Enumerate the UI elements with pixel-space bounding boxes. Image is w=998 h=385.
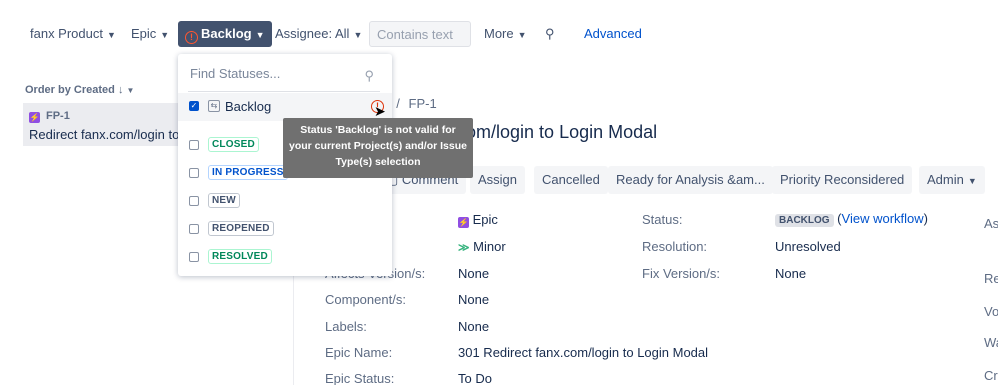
status-lozenge: NEW: [208, 193, 240, 208]
status-search-placeholder: Find Statuses...: [190, 66, 281, 81]
project-filter-label: fanx Product: [30, 26, 103, 41]
view-workflow-link[interactable]: View workflow: [842, 211, 924, 226]
cancelled-button[interactable]: Cancelled: [534, 166, 608, 194]
epic-status-label: Epic Status:: [325, 371, 395, 385]
status-lozenge: REOPENED: [208, 221, 274, 236]
edge-label: As: [984, 216, 998, 231]
epic-filter-label: Epic: [131, 26, 157, 41]
epic-name-value: 301 Redirect fanx.com/login to Login Mod…: [458, 345, 709, 360]
more-filter[interactable]: More ▼: [484, 21, 527, 47]
priority-value: ≫ Minor: [458, 239, 506, 254]
edge-label: Cr: [984, 368, 998, 383]
ready-for-analysis-button[interactable]: Ready for Analysis &am...: [608, 166, 773, 194]
breadcrumb-separator: /: [396, 96, 400, 111]
epic-icon: ⚡: [29, 112, 40, 123]
status-filter-label: Backlog: [201, 26, 252, 41]
status-search-input[interactable]: Find Statuses... ⚲: [188, 64, 380, 92]
admin-button[interactable]: Admin ▼: [919, 166, 985, 194]
search-icon: ⚲: [545, 26, 555, 41]
issue-summary: Redirect fanx.com/login to: [29, 127, 180, 142]
tooltip: Status 'Backlog' is not valid for your c…: [283, 118, 473, 178]
status-badge: BACKLOG: [775, 214, 834, 227]
order-by-label: Order by Created: [25, 84, 115, 96]
resolution-label: Resolution:: [642, 239, 708, 254]
assign-button[interactable]: Assign: [470, 166, 526, 194]
edge-label: Wa: [984, 335, 998, 350]
status-option-reopened[interactable]: REOPENED: [178, 216, 392, 244]
epic-name-label: Epic Name:: [325, 345, 393, 360]
priority-reconsidered-button[interactable]: Priority Reconsidered: [772, 166, 913, 194]
arrow-down-icon: ↓: [117, 84, 124, 96]
priority-value-text: Minor: [473, 239, 506, 254]
project-filter[interactable]: fanx Product ▼: [30, 21, 116, 47]
edge-label: Re: [984, 271, 998, 286]
chevron-down-icon: ▼: [353, 30, 363, 40]
order-by-control[interactable]: Order by Created ↓ ▼: [25, 84, 134, 96]
chevron-down-icon: ▼: [517, 30, 527, 40]
component-value: None: [458, 292, 490, 307]
status-option-resolved[interactable]: RESOLVED: [178, 244, 392, 272]
backlog-status-icon: ⇆: [208, 100, 220, 112]
status-option-new[interactable]: NEW: [178, 188, 392, 216]
type-value-text: Epic: [472, 212, 498, 227]
labels-value: None: [458, 319, 490, 334]
component-label: Component/s:: [325, 292, 406, 307]
list-item[interactable]: ⚡ FP-1 Redirect fanx.com/login to: [23, 103, 183, 146]
affects-value: None: [458, 266, 490, 281]
chevron-down-icon: ▼: [107, 30, 116, 40]
fix-version-label: Fix Version/s:: [642, 266, 721, 281]
status-option-backlog[interactable]: ✓ ⇆ Backlog !: [178, 93, 392, 121]
fix-version-value: None: [775, 266, 807, 281]
assignee-filter[interactable]: Assignee: All ▼: [275, 21, 362, 47]
chevron-down-icon: ▼: [967, 176, 977, 186]
status-value: BACKLOG (View workflow): [775, 211, 928, 227]
checkbox[interactable]: [189, 224, 199, 234]
more-filter-label: More: [484, 26, 514, 41]
priority-minor-icon: ≫: [458, 242, 470, 254]
epic-status-value: To Do: [458, 371, 492, 385]
type-value: ⚡ Epic: [458, 212, 498, 228]
assignee-filter-label: Assignee: All: [275, 26, 350, 41]
edge-label: Vo: [984, 304, 998, 319]
checkbox[interactable]: [189, 252, 199, 262]
text-search-input[interactable]: Contains text: [369, 21, 471, 47]
status-filter[interactable]: ! Backlog ▼: [178, 21, 272, 47]
chevron-down-icon: ▼: [160, 30, 170, 40]
filter-bar: fanx Product ▼ Epic ▼ ! Backlog ▼ Assignee: …: [0, 0, 998, 68]
status-option-label: Backlog: [225, 99, 272, 114]
epic-filter[interactable]: Epic ▼: [131, 21, 169, 47]
checkbox[interactable]: [189, 196, 199, 206]
admin-label: Admin: [927, 172, 964, 187]
status-lozenge: CLOSED: [208, 137, 259, 152]
search-icon: ⚲: [364, 68, 374, 83]
checkbox-checked[interactable]: ✓: [189, 101, 199, 111]
text-search-placeholder: Contains text: [377, 27, 453, 42]
checkbox[interactable]: [189, 168, 199, 178]
resolution-value: Unresolved: [775, 239, 841, 254]
epic-icon: ⚡: [458, 217, 469, 228]
warning-icon: !: [185, 31, 198, 44]
issue-key: FP-1: [46, 110, 70, 122]
advanced-link[interactable]: Advanced: [584, 21, 642, 47]
status-lozenge: IN PROGRESS: [208, 165, 288, 180]
checkbox[interactable]: [189, 140, 199, 150]
breadcrumb-issue-key[interactable]: FP-1: [409, 96, 437, 111]
chevron-down-icon: ▼: [255, 30, 265, 40]
status-label: Status:: [642, 212, 683, 227]
status-lozenge: RESOLVED: [208, 249, 272, 264]
search-button[interactable]: ⚲: [545, 21, 555, 47]
labels-label: Labels:: [325, 319, 367, 334]
chevron-down-icon: ▼: [126, 86, 135, 95]
